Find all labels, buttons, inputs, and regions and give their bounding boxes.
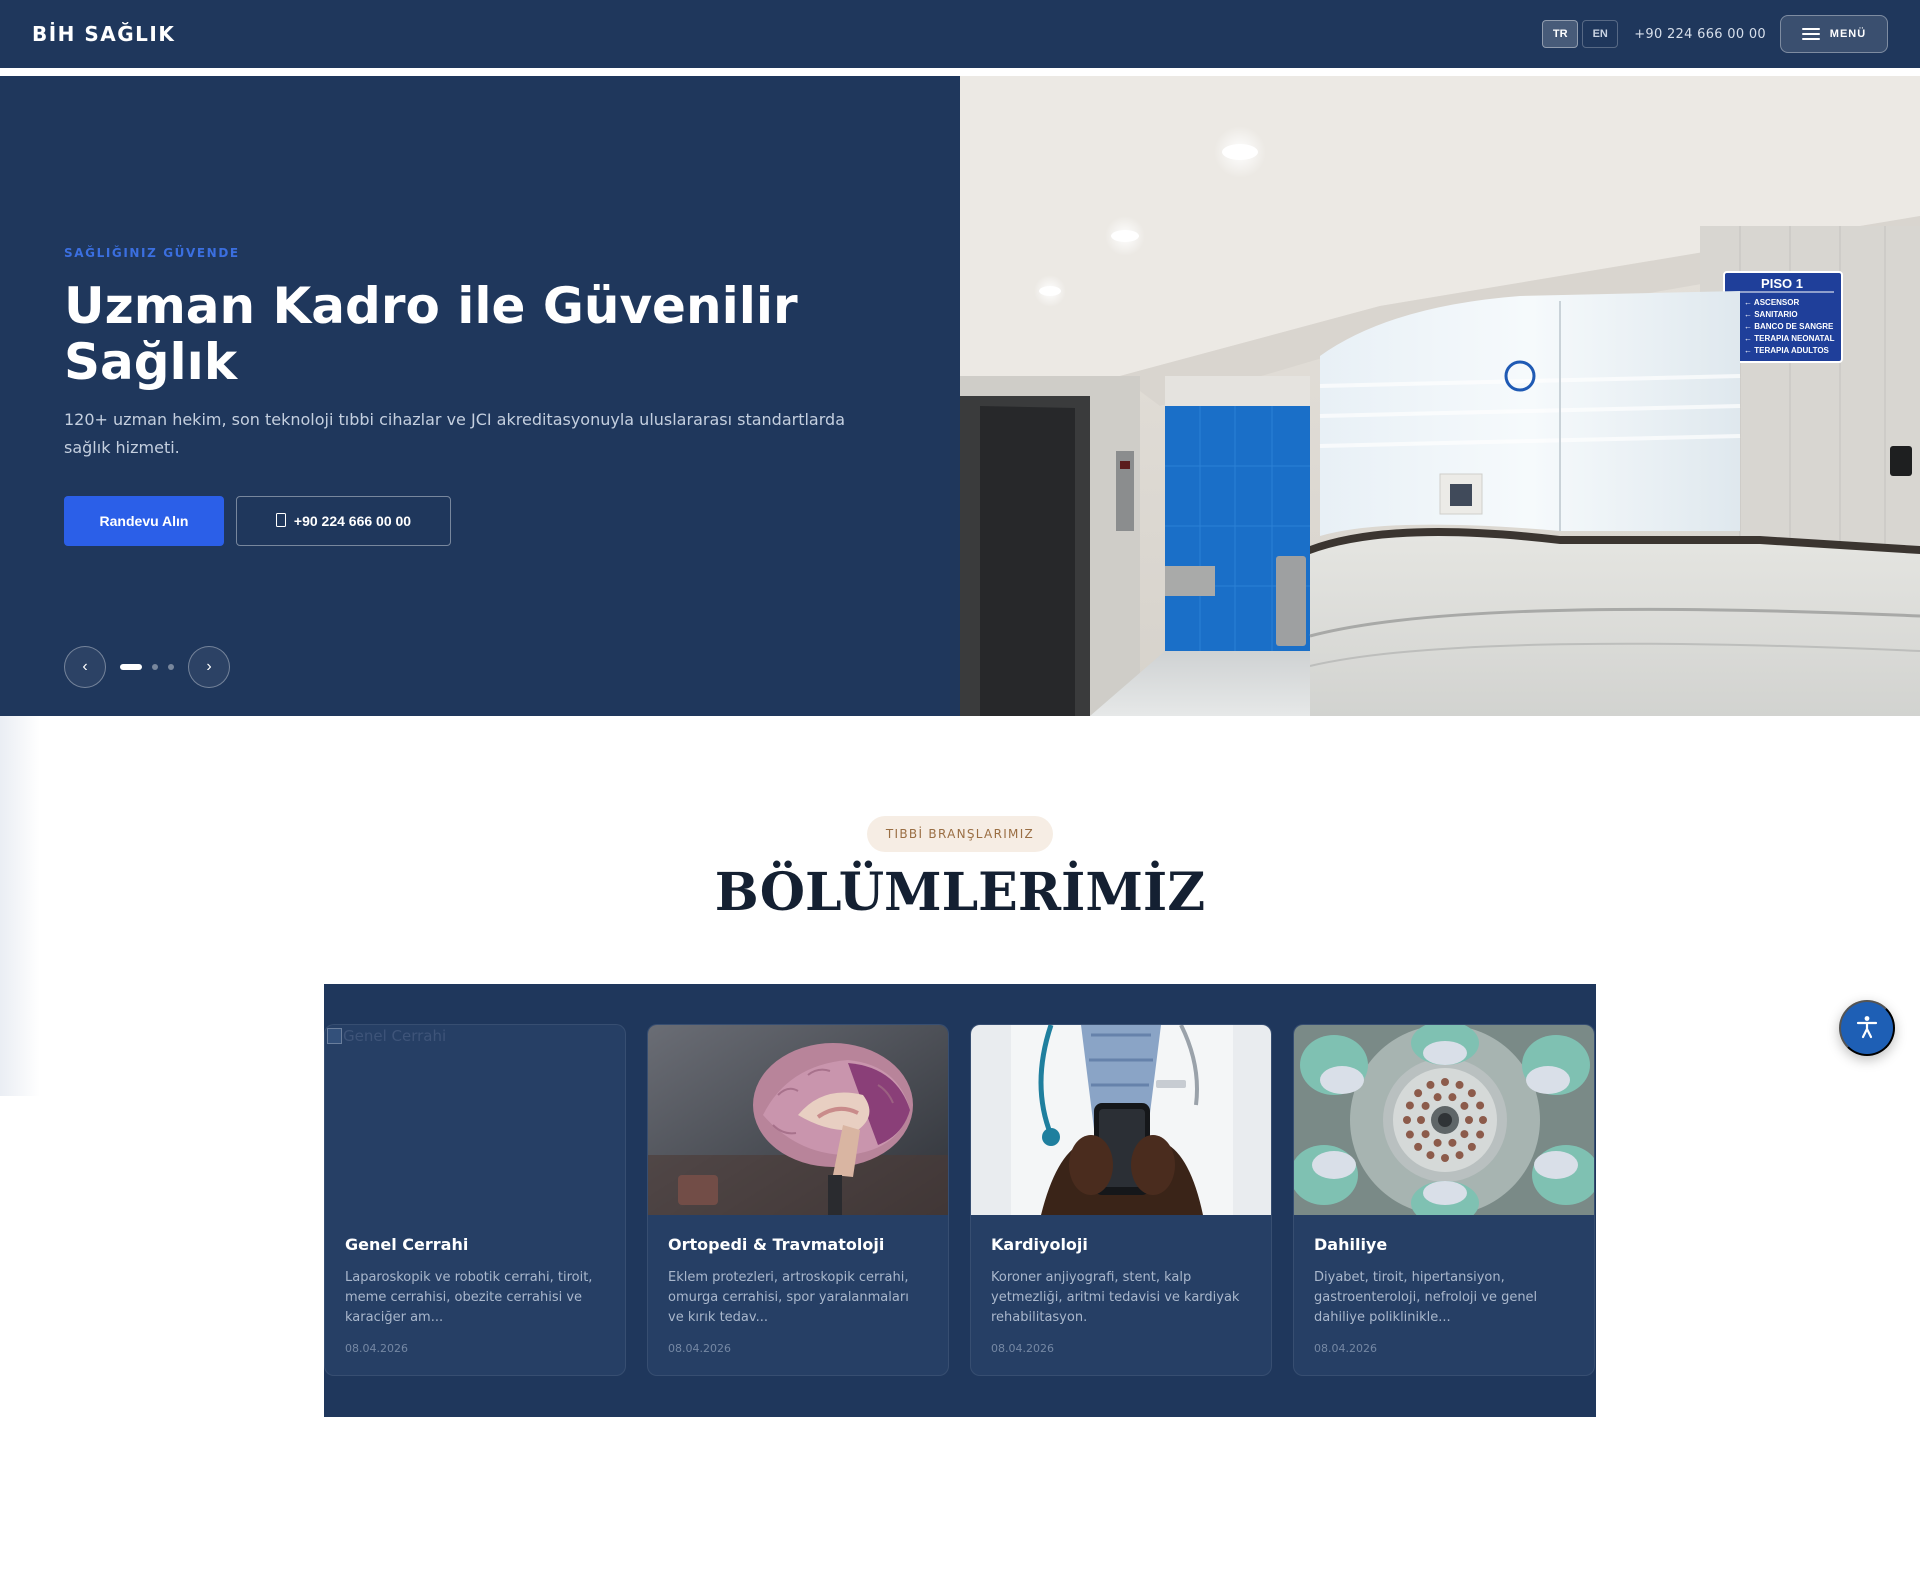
hero-actions: Randevu Alın +90 224 666 00 00 [64,496,451,546]
lamp-bulb [1455,1080,1464,1089]
menu-label: MENÜ [1829,28,1867,40]
hero-slider: SAĞLIĞINIZ GÜVENDE Uzman Kadro ile Güven… [0,76,1920,716]
card-body: Genel Cerrahi Laparoskopik ve robotik ce… [325,1215,625,1355]
sign-line: ← SANITARIO [1744,310,1798,319]
slider-dot-2[interactable] [152,664,158,670]
card-description: Koroner anjiyografi, stent, kalp yetmezl… [991,1270,1240,1325]
sign-line: ← TERAPIA NEONATAL [1744,334,1835,343]
lamp-bulb [1433,1138,1442,1147]
broken-image-alt: Genel Cerrahi [325,1025,625,1215]
hero-description: 120+ uzman hekim, son teknoloji tıbbi ci… [64,410,845,457]
lamp-bulb [1441,1078,1449,1086]
lang-tr-button[interactable]: TR [1542,20,1579,48]
sign-line: ← TERAPIA ADULTOS [1744,346,1830,355]
accessibility-icon [1854,1014,1880,1043]
lamp-bulb [1467,1142,1476,1151]
lamp-bulb [1414,1142,1423,1151]
lamp-bulb [1414,1089,1423,1098]
slider-next-button[interactable]: › [188,646,230,688]
lamp-bulb [1426,1151,1435,1160]
accessibility-button[interactable] [1839,1000,1895,1056]
slider-dot-3[interactable] [168,664,174,670]
call-button-label: +90 224 666 00 00 [293,513,412,529]
hamburger-icon [1801,28,1820,40]
card-title[interactable]: Kardiyoloji [991,1235,1251,1254]
hero-eyebrow: SAĞLIĞINIZ GÜVENDE [64,246,240,260]
card-description: Diyabet, tiroit, hipertansiyon, gastroen… [1314,1270,1538,1325]
sign-line: ← ASCENSOR [1744,298,1799,307]
slider-dot-1[interactable] [120,664,142,670]
card-description: Eklem protezleri, artroskopik cerrahi, o… [668,1270,909,1325]
section-badge: TIBBİ BRANŞLARIMIZ [867,816,1053,852]
department-card-internal-medicine[interactable]: Dahiliye Diyabet, tiroit, hipertansiyon,… [1293,1024,1595,1376]
card-title[interactable]: Dahiliye [1314,1235,1574,1254]
card-date: 08.04.2026 [345,1342,408,1355]
site-header: BİH SAĞLIK TR EN +90 224 666 00 00 MENÜ [0,0,1920,68]
card-date: 08.04.2026 [991,1342,1054,1355]
card-body: Dahiliye Diyabet, tiroit, hipertansiyon,… [1294,1215,1594,1355]
slider-prev-button[interactable]: ‹ [64,646,106,688]
lamp-bulb [1421,1130,1430,1139]
header-phone-link[interactable]: +90 224 666 00 00 [1634,27,1766,42]
section-title: BÖLÜMLERİMİZ [714,862,1206,923]
card-date: 08.04.2026 [668,1342,731,1355]
lamp-bulb [1405,1130,1414,1139]
language-switcher: TR EN [1542,20,1619,48]
lamp-bulb [1448,1138,1457,1147]
appointment-button[interactable]: Randevu Alın [64,496,224,546]
card-title[interactable]: Ortopedi & Travmatoloji [668,1235,928,1254]
sign-line: ← BANCO DE SANGRE [1744,322,1834,331]
department-card-general-surgery[interactable]: Genel Cerrahi Genel Cerrahi Laparoskopik… [324,1024,626,1376]
lamp-bulb [1467,1089,1476,1098]
lamp-bulb [1417,1116,1425,1124]
card-date: 08.04.2026 [1314,1342,1377,1355]
lamp-bulb [1460,1101,1469,1110]
card-body: Ortopedi & Travmatoloji Eklem protezleri… [648,1215,948,1355]
lamp-bulb [1405,1101,1414,1110]
lamp-bulb [1465,1116,1473,1124]
header-right: TR EN +90 224 666 00 00 MENÜ [1542,15,1888,53]
lamp-bulb [1455,1151,1464,1160]
card-body: Kardiyoloji Koroner anjiyografi, stent, … [971,1215,1271,1355]
department-card-cardiology[interactable]: Kardiyoloji Koroner anjiyografi, stent, … [970,1024,1272,1376]
lamp-bulb [1433,1093,1442,1102]
lamp-bulb [1479,1116,1487,1124]
lamp-bulb [1441,1154,1449,1162]
department-image-brain-model [648,1025,948,1215]
lamp-bulb [1476,1101,1485,1110]
lang-en-button[interactable]: EN [1582,20,1619,48]
lamp-bulb [1476,1130,1485,1139]
card-description: Laparoskopik ve robotik cerrahi, tiroit,… [345,1270,593,1325]
department-image-surgical-team [1294,1025,1594,1215]
slider-dots [120,664,174,670]
lamp-bulb [1460,1130,1469,1139]
header-divider [0,68,1920,76]
department-image-doctor-phone [971,1025,1271,1215]
lamp-bulb [1403,1116,1411,1124]
phone-icon [275,512,286,530]
department-card-orthopedics[interactable]: Ortopedi & Travmatoloji Eklem protezleri… [647,1024,949,1376]
sign-title: PISO 1 [1761,276,1803,291]
lamp-bulb [1448,1093,1457,1102]
lamp-bulb [1426,1080,1435,1089]
slider-controls: ‹ › [64,646,230,688]
call-button[interactable]: +90 224 666 00 00 [236,496,451,546]
card-title[interactable]: Genel Cerrahi [345,1235,605,1254]
site-logo[interactable]: BİH SAĞLIK [32,22,175,46]
departments-panel: Genel Cerrahi Genel Cerrahi Laparoskopik… [324,984,1596,1417]
menu-button[interactable]: MENÜ [1780,15,1888,53]
hero-image: PISO 1 ← ASCENSOR ← SANITARIO ← BANCO DE S… [960,76,1920,716]
hero-content: SAĞLIĞINIZ GÜVENDE Uzman Kadro ile Güven… [0,76,960,716]
hero-title: Uzman Kadro ile Güvenilir Sağlık [64,277,798,391]
department-image-broken: Genel Cerrahi [325,1025,625,1215]
lamp-bulb [1421,1101,1430,1110]
